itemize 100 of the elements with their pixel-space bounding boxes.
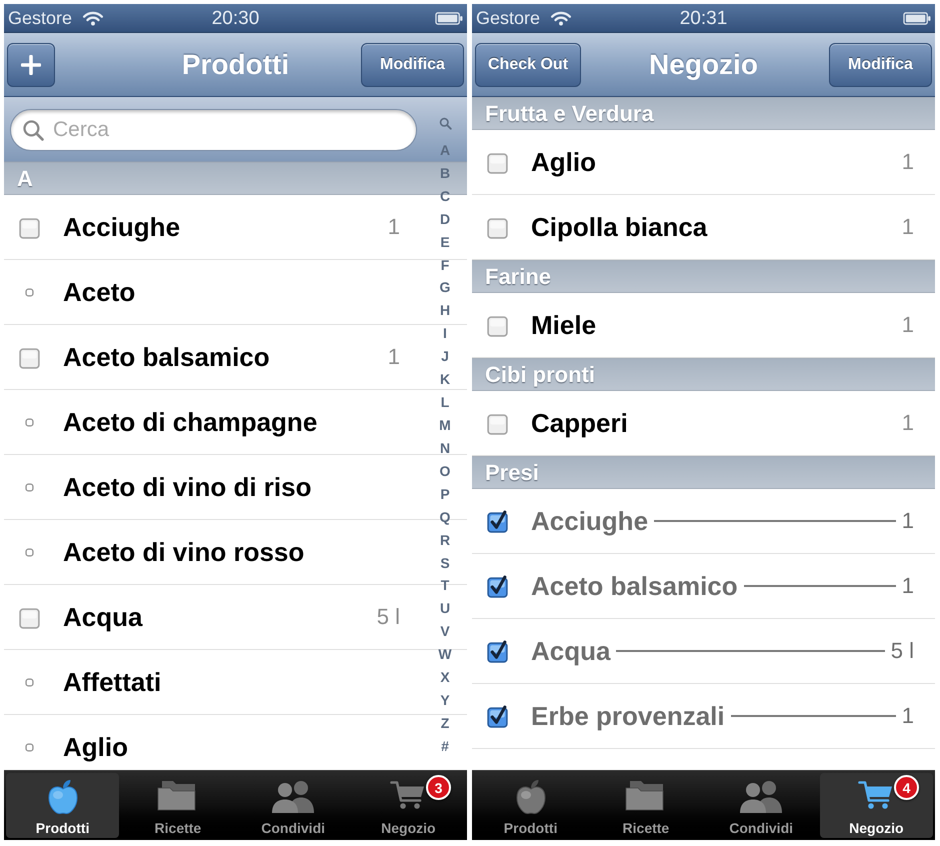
- nav-title: Prodotti: [182, 48, 290, 82]
- cart-icon: [858, 779, 894, 811]
- index-letter[interactable]: Q: [440, 510, 450, 524]
- search-icon[interactable]: [438, 117, 452, 130]
- checkbox[interactable]: [486, 704, 509, 728]
- index-letter[interactable]: K: [440, 372, 450, 386]
- item-name: Affettati: [63, 669, 162, 695]
- item-name: Aglio: [63, 734, 128, 760]
- checkbox[interactable]: [18, 606, 41, 628]
- item-quantity: 1: [902, 412, 914, 434]
- checkbox[interactable]: [18, 216, 41, 238]
- tab[interactable]: Negozio 4: [820, 773, 933, 838]
- ring-icon: [25, 418, 34, 426]
- apple-icon: [46, 779, 79, 815]
- index-letter[interactable]: T: [440, 578, 450, 592]
- index-letter[interactable]: R: [440, 532, 450, 547]
- plus-icon: [21, 54, 41, 74]
- index-letter[interactable]: #: [441, 738, 449, 753]
- index-letter[interactable]: F: [440, 258, 450, 272]
- item-name: Aglio: [531, 149, 596, 175]
- tab[interactable]: Prodotti: [6, 773, 120, 838]
- people-icon: [739, 779, 784, 813]
- index-letter[interactable]: Y: [440, 693, 450, 708]
- people-icon: [271, 779, 316, 813]
- checkbox[interactable]: [486, 216, 509, 238]
- checkbox[interactable]: [486, 314, 509, 336]
- notification-badge: 3: [426, 775, 451, 800]
- index-letter[interactable]: E: [440, 234, 450, 249]
- tab[interactable]: Condividi: [236, 773, 350, 838]
- item-quantity: 1: [902, 314, 914, 336]
- item-name: Aceto balsamico: [531, 573, 738, 599]
- wifi-icon: [82, 10, 104, 26]
- tab[interactable]: Condividi: [704, 773, 818, 838]
- index-letter[interactable]: Z: [440, 716, 450, 730]
- section-header: Frutta e Verdura: [472, 97, 935, 130]
- section-header: Farine: [472, 260, 935, 293]
- ring-icon: [25, 678, 34, 686]
- tab[interactable]: Ricette: [121, 773, 234, 838]
- status-time: 20:31: [680, 8, 728, 28]
- status-time: 20:30: [212, 8, 260, 28]
- index-letter[interactable]: B: [440, 166, 450, 180]
- tab[interactable]: Negozio 3: [352, 773, 465, 838]
- item-quantity: 1: [388, 346, 400, 368]
- battery-icon: [903, 12, 931, 24]
- index-letter[interactable]: D: [440, 212, 450, 226]
- checkbox[interactable]: [486, 510, 509, 532]
- checkbox[interactable]: [486, 412, 509, 434]
- item-name: Miele: [531, 312, 596, 338]
- search-field[interactable]: Cerca: [10, 109, 417, 151]
- item-name: Acciughe: [531, 508, 648, 534]
- ring-icon: [25, 482, 34, 492]
- tab[interactable]: Ricette: [589, 773, 702, 838]
- index-letter[interactable]: W: [438, 647, 452, 662]
- notification-badge: 4: [894, 775, 919, 800]
- checkbox[interactable]: [18, 346, 41, 368]
- ring-icon: [25, 548, 34, 556]
- tab[interactable]: Prodotti: [474, 773, 588, 838]
- battery-icon: [435, 12, 463, 24]
- item-quantity: 1: [902, 705, 914, 727]
- index-letter[interactable]: I: [443, 326, 447, 340]
- item-quantity: 1: [902, 575, 914, 597]
- item-quantity: 5 l: [376, 606, 400, 628]
- index-letter[interactable]: S: [440, 556, 450, 570]
- ring-icon: [25, 288, 34, 296]
- add-button[interactable]: [7, 42, 55, 86]
- index-letter[interactable]: O: [440, 464, 450, 478]
- item-name: Erbe provenzali: [531, 703, 725, 729]
- carrier-name: Gestore: [8, 9, 72, 27]
- carrier-name: Gestore: [476, 9, 540, 27]
- index-letter[interactable]: N: [440, 440, 450, 455]
- index-letter[interactable]: G: [440, 280, 450, 294]
- item-name: Aceto di champagne: [63, 409, 318, 435]
- nav-left-button[interactable]: Check Out: [475, 42, 582, 86]
- search-icon: [22, 119, 44, 141]
- checkbox[interactable]: [486, 574, 509, 598]
- item-name: Acciughe: [63, 214, 180, 240]
- index-letter[interactable]: X: [440, 670, 450, 684]
- item-name: Cipolla bianca: [531, 214, 708, 240]
- checkbox[interactable]: [486, 150, 509, 174]
- index-letter[interactable]: J: [441, 349, 449, 364]
- edit-button[interactable]: Modifica: [829, 42, 932, 86]
- wifi-icon: [550, 10, 572, 26]
- index-letter[interactable]: H: [440, 303, 450, 318]
- index-letter[interactable]: L: [440, 395, 450, 410]
- item-name: Aceto di vino di riso: [63, 474, 312, 500]
- apple-icon: [514, 779, 547, 815]
- cart-icon: [390, 779, 426, 811]
- item-name: Aceto di vino rosso: [63, 539, 304, 565]
- item-quantity: 1: [388, 216, 400, 238]
- index-letter[interactable]: V: [440, 624, 450, 638]
- item-name: Acqua: [531, 638, 610, 664]
- item-name: Aceto balsamico: [63, 344, 270, 370]
- item-quantity: 1: [902, 216, 914, 238]
- edit-button[interactable]: Modifica: [361, 42, 464, 86]
- index-letter[interactable]: U: [440, 601, 450, 616]
- index-letter[interactable]: P: [440, 486, 450, 501]
- section-header: Cibi pronti: [472, 358, 935, 391]
- checkbox[interactable]: [486, 640, 509, 662]
- index-letter[interactable]: M: [439, 418, 451, 432]
- ring-icon: [25, 742, 34, 752]
